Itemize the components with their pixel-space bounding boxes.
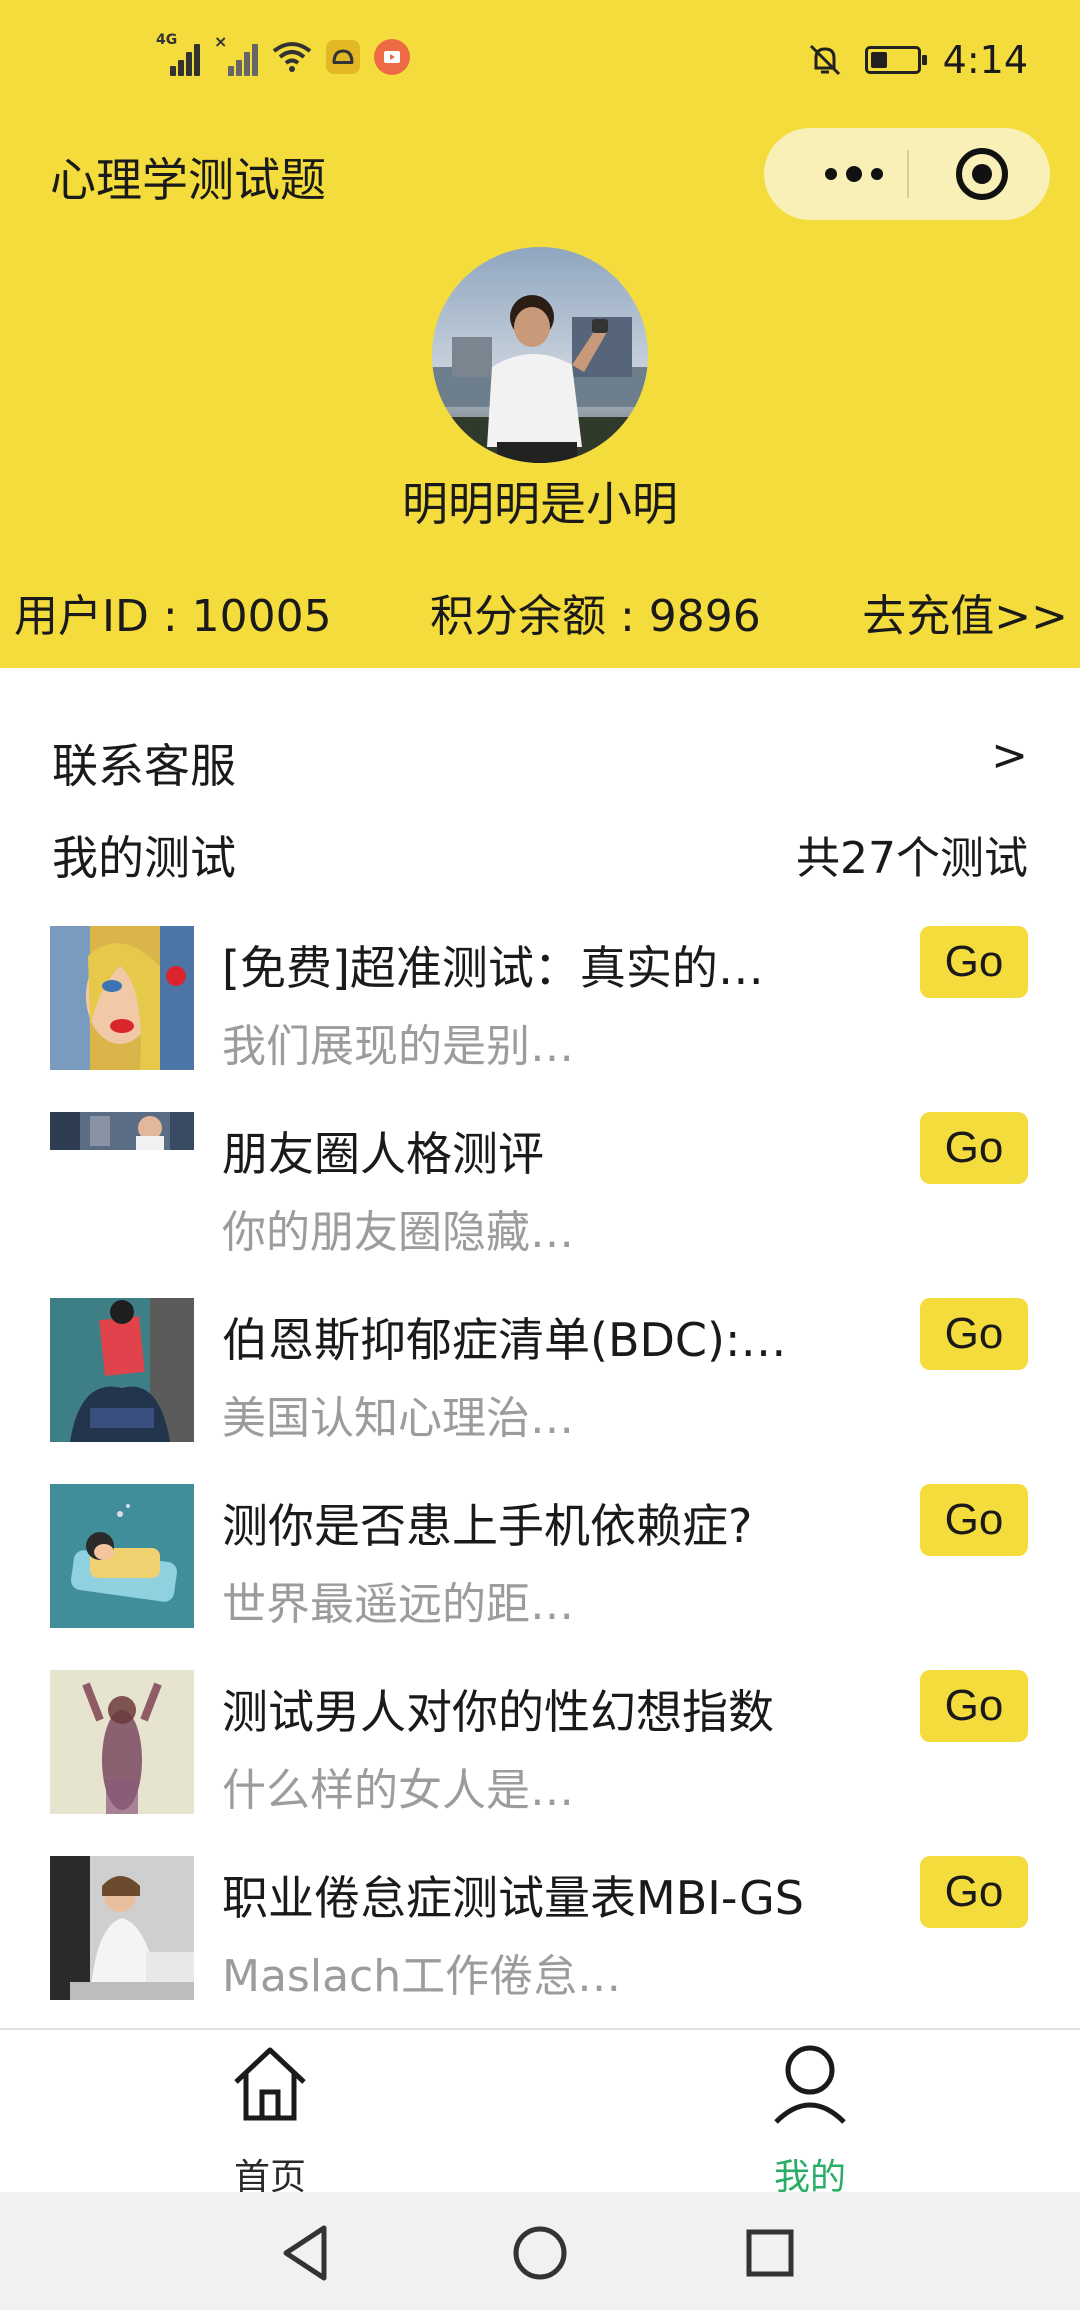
list-item[interactable]: 测你是否患上手机依赖症? 世界最遥远的距… Go bbox=[0, 1484, 1080, 1670]
list-item[interactable]: 测试男人对你的性幻想指数 什么样的女人是… Go bbox=[0, 1670, 1080, 1856]
capsule-divider bbox=[907, 150, 909, 198]
android-nav-bar bbox=[0, 2192, 1080, 2310]
list-item[interactable]: 朋友圈人格测评 你的朋友圈隐藏… Go bbox=[0, 1112, 1080, 1298]
target-circle-icon[interactable] bbox=[954, 146, 1010, 202]
my-tests-header: 我的测试 共27个测试 bbox=[52, 822, 1028, 885]
battery-icon bbox=[864, 46, 927, 74]
username: 明明明是小明 bbox=[402, 477, 678, 531]
tab-home[interactable]: 首页 bbox=[170, 2044, 370, 2198]
miniprogram-capsule bbox=[764, 128, 1050, 220]
test-title: 测你是否患上手机依赖症? bbox=[222, 1499, 753, 1553]
test-title: 朋友圈人格测评 bbox=[222, 1127, 544, 1181]
tab-mine[interactable]: 我的 bbox=[710, 2044, 910, 2198]
test-description: 什么样的女人是… bbox=[222, 1765, 574, 1816]
list-item[interactable]: 伯恩斯抑郁症清单(BDC):… 美国认知心理治… Go bbox=[0, 1298, 1080, 1484]
page: 4G × 4:14 心理学测试题 明明明是小明 用户ID: 10005 积分余… bbox=[0, 0, 1080, 2310]
test-description: 你的朋友圈隐藏… bbox=[222, 1207, 574, 1258]
signal-icon: 4G bbox=[156, 32, 200, 76]
go-button[interactable]: Go bbox=[920, 926, 1028, 998]
bottom-tab-bar: 首页 我的 bbox=[0, 2028, 1080, 2198]
test-thumbnail bbox=[50, 1670, 194, 1814]
test-title: 伯恩斯抑郁症清单(BDC):… bbox=[222, 1313, 787, 1367]
contact-support-label: 联系客服 bbox=[52, 739, 236, 793]
list-item[interactable]: 职业倦怠症测试量表MBI-GS Maslach工作倦怠… Go bbox=[0, 1856, 1080, 2042]
test-description: 我们展现的是别… bbox=[222, 1021, 574, 1072]
recent-square-icon[interactable] bbox=[735, 2218, 805, 2288]
status-time: 4:14 bbox=[942, 38, 1028, 82]
test-thumbnail bbox=[50, 1112, 194, 1150]
contact-support-row[interactable]: 联系客服 > bbox=[52, 730, 1028, 793]
home-circle-icon[interactable] bbox=[505, 2218, 575, 2288]
my-tests-label: 我的测试 bbox=[52, 831, 236, 885]
test-title: 职业倦怠症测试量表MBI-GS bbox=[222, 1871, 802, 1925]
test-list: [免费]超准测试：真实的… 我们展现的是别… Go 朋友圈人格测评 你的朋友圈隐… bbox=[0, 926, 1080, 2042]
video-notification-icon bbox=[374, 39, 410, 75]
app-notification-icon bbox=[326, 40, 360, 74]
test-thumbnail bbox=[50, 1856, 194, 2000]
points-balance: 积分余额 : 9896 bbox=[430, 591, 761, 642]
signal-no-sim-icon: × bbox=[214, 32, 258, 76]
mute-bell-icon bbox=[809, 44, 840, 76]
test-title: 测试男人对你的性幻想指数 bbox=[222, 1685, 774, 1739]
status-bar: 4G × 4:14 bbox=[0, 0, 1080, 120]
chevron-right-icon: > bbox=[991, 730, 1028, 781]
go-button[interactable]: Go bbox=[920, 1856, 1028, 1928]
network-type-label: 4G bbox=[156, 32, 178, 48]
test-description: 美国认知心理治… bbox=[222, 1393, 574, 1444]
wifi-icon bbox=[272, 42, 312, 72]
user-id: 用户ID : 10005 bbox=[14, 591, 332, 642]
test-description: Maslach工作倦怠… bbox=[222, 1951, 622, 2002]
test-description: 世界最遥远的距… bbox=[222, 1579, 574, 1630]
back-triangle-icon[interactable] bbox=[272, 2218, 342, 2288]
go-button[interactable]: Go bbox=[920, 1298, 1028, 1370]
home-icon bbox=[234, 2047, 306, 2121]
more-dots-icon[interactable] bbox=[804, 128, 904, 220]
test-title: [免费]超准测试：真实的… bbox=[222, 941, 764, 995]
tests-count: 共27个测试 bbox=[796, 833, 1028, 884]
avatar[interactable] bbox=[432, 247, 648, 463]
go-button[interactable]: Go bbox=[920, 1484, 1028, 1556]
go-button[interactable]: Go bbox=[920, 1670, 1028, 1742]
status-right-icons: 4:14 bbox=[807, 38, 1028, 82]
user-icon bbox=[774, 2045, 846, 2124]
profile-header: 4G × 4:14 心理学测试题 明明明是小明 用户ID: 10005 积分余… bbox=[0, 0, 1080, 668]
test-thumbnail bbox=[50, 1298, 194, 1442]
test-thumbnail bbox=[50, 926, 194, 1070]
recharge-link[interactable]: 去充值>> bbox=[862, 580, 1068, 644]
go-button[interactable]: Go bbox=[920, 1112, 1028, 1184]
app-title: 心理学测试题 bbox=[50, 153, 326, 207]
list-item[interactable]: [免费]超准测试：真实的… 我们展现的是别… Go bbox=[0, 926, 1080, 1112]
test-thumbnail bbox=[50, 1484, 194, 1628]
status-left-icons: 4G × bbox=[156, 32, 410, 76]
